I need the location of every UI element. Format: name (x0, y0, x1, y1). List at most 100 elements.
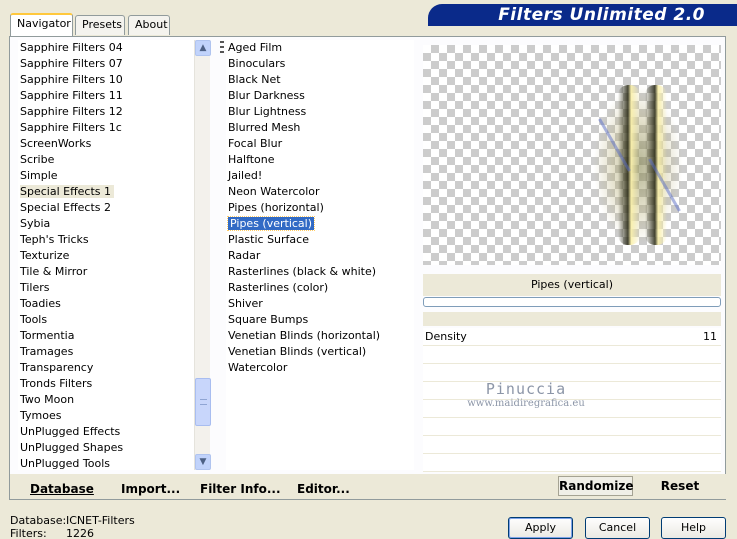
categories-item[interactable]: Sapphire Filters 07 (18, 56, 194, 72)
effects-item[interactable]: Neon Watercolor (226, 184, 414, 200)
apply-button[interactable]: Apply (508, 517, 573, 539)
effects-item-label: Aged Film (228, 41, 283, 54)
categories-item-label: Sapphire Filters 04 (20, 41, 123, 54)
categories-item-label: UnPlugged Shapes (20, 441, 124, 454)
title-banner: Filters Unlimited 2.0 (428, 4, 737, 26)
drag-handle-icon (220, 41, 224, 53)
database-label: Database (30, 482, 94, 496)
preview-area[interactable] (423, 45, 721, 265)
categories-item[interactable]: Tilers (18, 280, 194, 296)
effects-item[interactable]: Watercolor (226, 360, 414, 376)
database-button[interactable]: Database (30, 477, 94, 502)
categories-item-label: Tramages (20, 345, 74, 358)
scroll-down-icon[interactable]: ▼ (195, 454, 211, 470)
effects-item[interactable]: Pipes (horizontal) (226, 200, 414, 216)
categories-item-label: Tymoes (20, 409, 62, 422)
effects-item[interactable]: Blur Lightness (226, 104, 414, 120)
categories-item-label: Tile & Mirror (20, 265, 88, 278)
categories-item[interactable]: Tools (18, 312, 194, 328)
categories-item-label: Sapphire Filters 10 (20, 73, 123, 86)
categories-item[interactable]: Sapphire Filters 11 (18, 88, 194, 104)
categories-item[interactable]: Sapphire Filters 1c (18, 120, 194, 136)
categories-item[interactable]: Simple (18, 168, 194, 184)
effects-item[interactable]: Aged Film (226, 40, 414, 56)
param-label: Density (425, 330, 467, 343)
editor-button[interactable]: Editor... (297, 477, 350, 502)
effects-item[interactable]: Halftone (226, 152, 414, 168)
effects-item-label: Pipes (vertical) (226, 216, 316, 231)
categories-item[interactable]: Two Moon (18, 392, 194, 408)
effects-item[interactable]: Black Net (226, 72, 414, 88)
effects-item[interactable]: Rasterlines (black & white) (226, 264, 414, 280)
categories-item[interactable]: Tormentia (18, 328, 194, 344)
categories-item[interactable]: ScreenWorks (18, 136, 194, 152)
categories-item[interactable]: UnPlugged Effects (18, 424, 194, 440)
param-value[interactable]: 11 (703, 328, 717, 346)
categories-item[interactable]: Tile & Mirror (18, 264, 194, 280)
randomize-button[interactable]: Randomize (558, 476, 633, 496)
categories-item[interactable]: Scribe (18, 152, 194, 168)
effects-item-label: Blur Darkness (228, 89, 305, 102)
effects-item[interactable]: Venetian Blinds (vertical) (226, 344, 414, 360)
parameter-grid: Density 11 (423, 328, 721, 472)
categories-item-label: Sapphire Filters 11 (20, 89, 123, 102)
categories-item[interactable]: Tymoes (18, 408, 194, 424)
effects-item-label: Halftone (228, 153, 275, 166)
categories-item[interactable]: Texturize (18, 248, 194, 264)
effects-item[interactable]: Binoculars (226, 56, 414, 72)
effects-item[interactable]: Pipes (vertical) (226, 216, 414, 232)
effects-item-label: Plastic Surface (228, 233, 309, 246)
tab-navigator[interactable]: Navigator (10, 13, 73, 36)
categories-item[interactable]: Tronds Filters (18, 376, 194, 392)
effects-item[interactable]: Radar (226, 248, 414, 264)
effects-item[interactable]: Rasterlines (color) (226, 280, 414, 296)
tab-presets[interactable]: Presets (75, 15, 125, 35)
divider (423, 312, 721, 326)
categories-item-label: Simple (20, 169, 58, 182)
categories-item[interactable]: UnPlugged Tools (18, 456, 194, 470)
categories-item-label: Sapphire Filters 12 (20, 105, 123, 118)
effects-item[interactable]: Venetian Blinds (horizontal) (226, 328, 414, 344)
scroll-up-icon[interactable]: ▲ (195, 40, 211, 56)
grip-icon (200, 399, 207, 405)
categories-item[interactable]: Special Effects 1 (18, 184, 194, 200)
categories-item[interactable]: Sapphire Filters 04 (18, 40, 194, 56)
effects-item[interactable]: Jailed! (226, 168, 414, 184)
category-scrollbar[interactable]: ▲ ▼ (194, 40, 211, 470)
status-info: Database:ICNET-Filters Filters: 1226 (10, 515, 135, 539)
effects-item[interactable]: Focal Blur (226, 136, 414, 152)
reset-button[interactable]: Reset (650, 476, 710, 496)
categories-item[interactable]: Teph's Tricks (18, 232, 194, 248)
categories-item[interactable]: Special Effects 2 (18, 200, 194, 216)
effects-item-label: Venetian Blinds (vertical) (228, 345, 367, 358)
categories-item[interactable]: Transparency (18, 360, 194, 376)
categories-item-label: Sapphire Filters 1c (20, 121, 122, 134)
categories-item[interactable]: Sapphire Filters 12 (18, 104, 194, 120)
effects-item-label: Neon Watercolor (228, 185, 320, 198)
categories-item[interactable]: Toadies (18, 296, 194, 312)
scroll-thumb[interactable] (195, 378, 211, 426)
tab-about[interactable]: About (128, 15, 170, 35)
categories-item[interactable]: Tramages (18, 344, 194, 360)
effects-item-label: Watercolor (228, 361, 288, 374)
cancel-button[interactable]: Cancel (585, 517, 650, 539)
param-row (423, 382, 721, 400)
categories-item[interactable]: Sybia (18, 216, 194, 232)
category-list[interactable]: Sapphire Filters 04 Sapphire Filters 07 Sa… (18, 40, 194, 470)
effect-name-label: Pipes (vertical) (423, 274, 721, 296)
filter-info-button[interactable]: Filter Info... (200, 477, 281, 502)
help-button[interactable]: Help (661, 517, 726, 539)
param-row (423, 400, 721, 418)
effects-item[interactable]: Blurred Mesh (226, 120, 414, 136)
categories-item[interactable]: UnPlugged Shapes (18, 440, 194, 456)
categories-item-label: UnPlugged Effects (20, 425, 121, 438)
param-row-density[interactable]: Density 11 (423, 328, 721, 346)
effect-list[interactable]: Aged Film Binoculars Black Net Blur Darknes… (226, 40, 414, 470)
categories-item[interactable]: Sapphire Filters 10 (18, 72, 194, 88)
effects-item[interactable]: Plastic Surface (226, 232, 414, 248)
effects-item[interactable]: Shiver (226, 296, 414, 312)
import-button[interactable]: Import... (121, 477, 180, 502)
effects-item[interactable]: Square Bumps (226, 312, 414, 328)
progress-bar (423, 297, 721, 307)
effects-item[interactable]: Blur Darkness (226, 88, 414, 104)
